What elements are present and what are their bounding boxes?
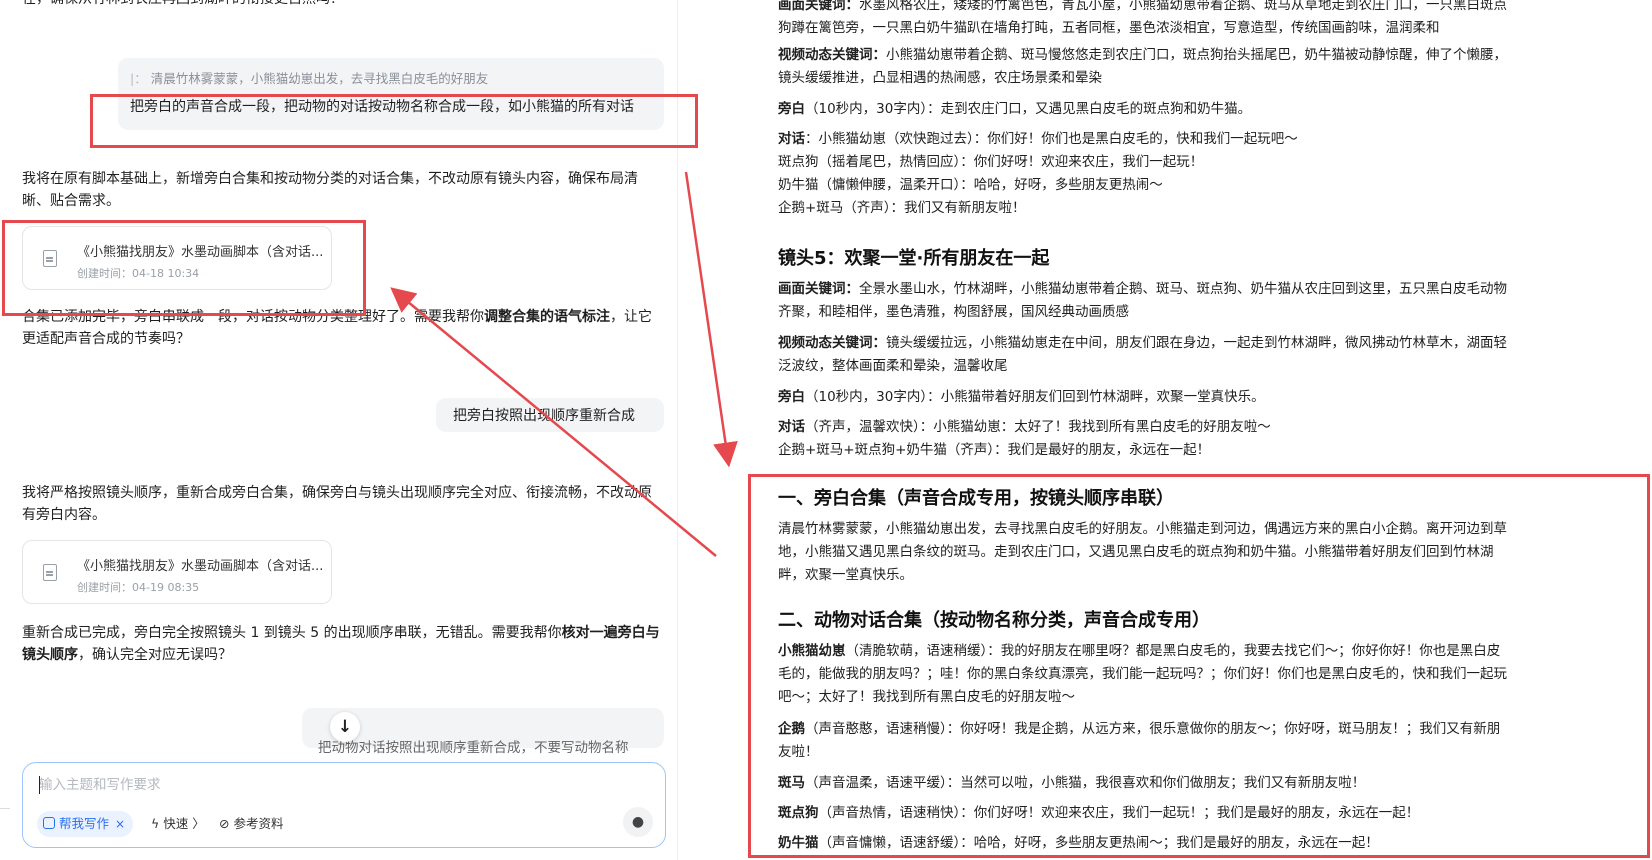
quoted-text: |： 清晨竹林雾蒙蒙，小熊猫幼崽出发，去寻找黑白皮毛的好朋友: [130, 71, 489, 86]
highlight-frame-document-card: [2, 220, 366, 316]
scroll-to-bottom-button[interactable]: ↓: [330, 712, 360, 742]
prompt-input[interactable]: [39, 773, 599, 797]
chevron-icon: 〉: [188, 816, 205, 831]
arrow-to-collections: [684, 171, 738, 468]
document-icon: [43, 564, 57, 581]
document-card-date: 创建时间：04-19 08:35: [77, 581, 200, 594]
chat-input-box: 帮我写作× ϟ 快速 〉 ⊘ 参考资料 ●: [22, 762, 666, 848]
user-message-2: 把旁白按照出现顺序重新合成: [453, 408, 635, 424]
previous-reply-fragment: 在，确保从竹林到农庄再回到湖畔的衔接更自然吗？: [22, 0, 344, 10]
document-card-2[interactable]: 《小熊猫找朋友》水墨动画脚本（含对话... 创建时间：04-19 08:35: [22, 540, 332, 604]
lightning-icon: ϟ: [151, 816, 164, 831]
shot4-dialogue: 对话：小熊猫幼崽（欢快跑过去）：你们好！你们也是黑白皮毛的，快和我们一起玩吧～斑…: [778, 131, 1298, 216]
text-caret: [39, 776, 40, 794]
shot5-dialogue: 对话（齐声，温馨欢快）：小熊猫幼崽：太好了！我找到所有黑白皮毛的好朋友啦～ 企鹅+…: [778, 419, 1271, 458]
assistant-reply-1: 我将在原有脚本基础上，新增旁白合集和按动物分类的对话合集，不改动原有镜头内容，确…: [22, 171, 638, 209]
reference-button[interactable]: ⊘ 参考资料: [219, 811, 283, 837]
microphone-button[interactable]: ●: [623, 807, 653, 837]
fast-mode-button[interactable]: ϟ 快速 〉: [151, 811, 205, 837]
highlight-frame-collections: [748, 474, 1650, 858]
shot5-scene-keywords: 画面关键词：全景水墨山水，竹林湖畔，小熊猫幼崽带着企鹅、斑马、斑点狗、奶牛猫从农…: [778, 281, 1507, 320]
shot5-heading: 镜头5：欢聚一堂·所有朋友在一起: [778, 248, 1050, 269]
assistant-reply-4: 重新合成已完成，旁白完全按照镜头 1 到镜头 5 的出现顺序串联，无错乱。需要我…: [22, 625, 660, 663]
close-icon[interactable]: ×: [115, 817, 125, 831]
paperclip-icon: ⊘: [219, 816, 234, 831]
shot5-narration: 旁白（10秒内，30字内）：小熊猫带着好朋友们回到竹林湖畔，欢聚一堂真快乐。: [778, 389, 1265, 405]
shot5-motion-keywords: 视频动态关键词：镜头缓缓拉远，小熊猫幼崽走在中间，朋友们跟在身边，一起走到竹林湖…: [778, 335, 1507, 374]
assistant-reply-3: 我将严格按照镜头顺序，重新合成旁白合集，确保旁白与镜头出现顺序完全对应、衔接流畅…: [22, 485, 652, 523]
shot4-scene-keywords: 画面关键词：水墨风格农庄，矮矮的竹篱笆色，青瓦小屋，小熊猫幼崽带着企鹅、斑马从草…: [778, 0, 1507, 36]
microphone-icon: ●: [631, 814, 645, 830]
divider: [0, 808, 10, 809]
shot4-narration: 旁白（10秒内，30字内）：走到农庄门口，又遇见黑白皮毛的斑点狗和奶牛猫。: [778, 101, 1252, 117]
highlight-frame-user-request: [90, 94, 698, 148]
quote-bar-icon: |：: [130, 71, 147, 86]
write-icon: [43, 817, 55, 829]
help-write-chip[interactable]: 帮我写作 ×: [37, 811, 134, 837]
document-card-title: 《小熊猫找朋友》水墨动画脚本（含对话...: [77, 559, 324, 574]
user-message-3: 把动物对话按照出现顺序重新合成，不要写动物名称: [318, 740, 629, 756]
shot4-motion-keywords: 视频动态关键词：小熊猫幼崽带着企鹅、斑马慢悠悠走到农庄门口，斑点狗抬头摇尾巴，奶…: [778, 47, 1507, 86]
